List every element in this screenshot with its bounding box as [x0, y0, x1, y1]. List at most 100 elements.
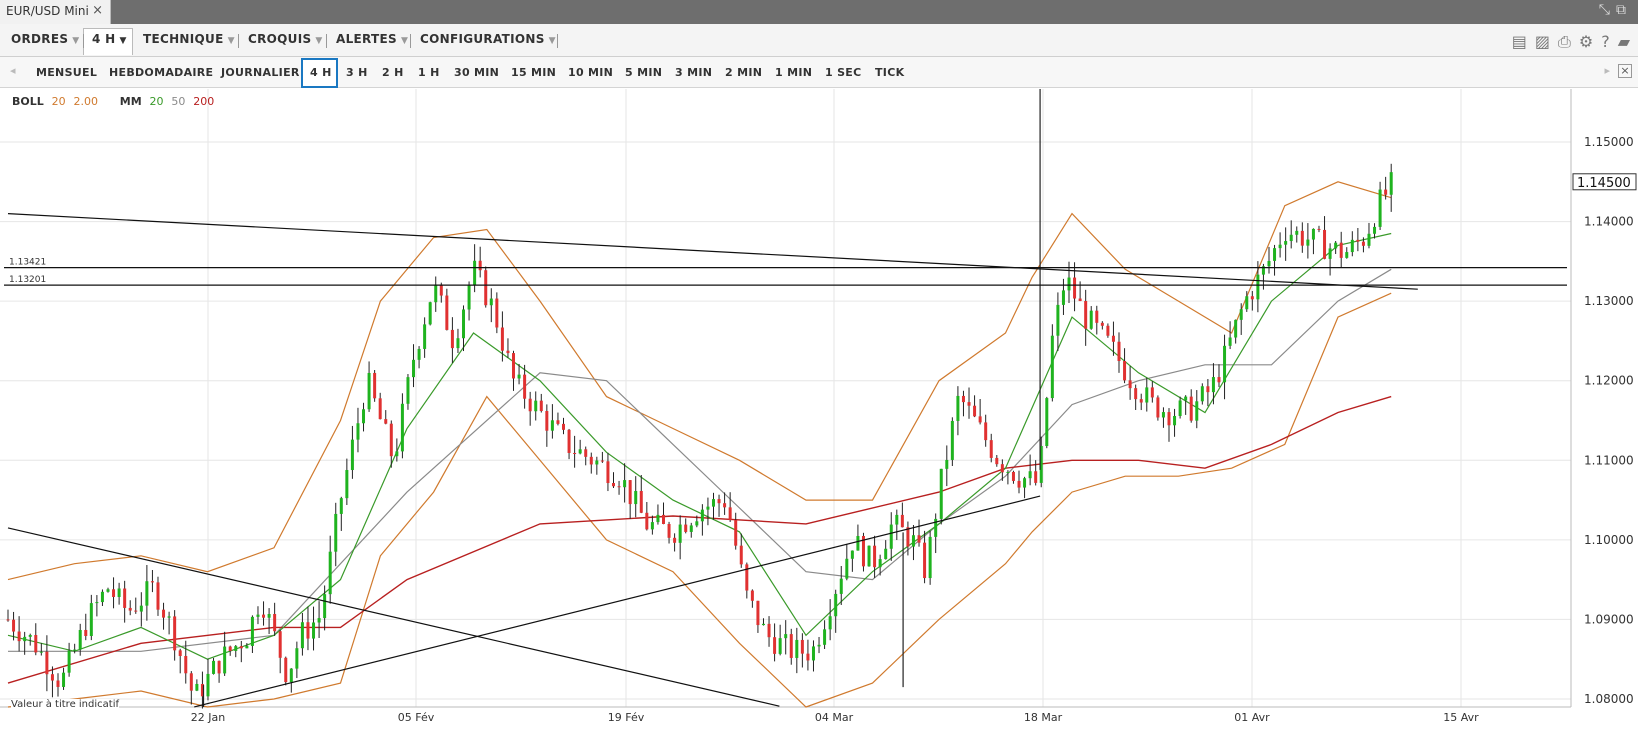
current-price-label: 1.14500 — [1577, 176, 1631, 191]
candle-up — [1373, 226, 1377, 234]
candle-down — [506, 350, 510, 354]
candle-up — [1328, 248, 1332, 259]
y-tick-label: 1.14000 — [1584, 215, 1634, 229]
candle-down — [1339, 242, 1343, 258]
candle-up — [623, 480, 627, 488]
chevron-down-icon: ▼ — [548, 36, 556, 46]
timeframe-1-sec[interactable]: 1 SEC — [825, 66, 862, 79]
candle-down — [756, 600, 760, 626]
menu-croquis[interactable]: CROQUIS ▼ — [248, 32, 323, 46]
timeframe-3-min[interactable]: 3 MIN — [675, 66, 712, 79]
timeframe-mensuel[interactable]: MENSUEL — [36, 66, 97, 79]
timeframe-4-h[interactable]: 4 H — [310, 66, 332, 79]
gear-icon[interactable]: ⚙ — [1579, 32, 1593, 51]
menu-ordres[interactable]: ORDRES ▼ — [11, 32, 80, 46]
candle-down — [1150, 387, 1154, 398]
timeframe-bar: ◂ MENSUEL HEBDOMADAIRE JOURNALIER 4 H 3 H 2 H… — [0, 57, 1638, 88]
timeframe-hebdomadaire[interactable]: HEBDOMADAIRE — [109, 66, 213, 79]
candle-up — [534, 400, 538, 412]
window-controls[interactable]: ⤡⧉ — [1599, 2, 1632, 18]
candle-down — [917, 535, 921, 543]
candle-down — [495, 298, 499, 328]
comment-icon[interactable]: ▰ — [1618, 32, 1630, 51]
timeframe-10-min[interactable]: 10 MIN — [568, 66, 613, 79]
timeframe-tick[interactable]: TICK — [875, 66, 904, 79]
candle-up — [1334, 242, 1338, 249]
print-icon[interactable]: ⎙ — [1558, 32, 1571, 51]
scroll-right-icon[interactable]: ▸ — [1604, 64, 1610, 77]
candle-down — [1100, 322, 1104, 326]
candle-up — [656, 514, 660, 523]
menu-4-h[interactable]: 4 H ▼ — [92, 32, 127, 46]
candle-down — [128, 607, 132, 611]
candle-up — [1195, 401, 1199, 421]
candle-up — [289, 668, 293, 683]
mm-200: 200 — [193, 95, 215, 108]
timeframe-5-min[interactable]: 5 MIN — [625, 66, 662, 79]
scroll-left-icon[interactable]: ◂ — [10, 64, 16, 77]
popout-icon[interactable]: ⧉ — [1616, 2, 1632, 18]
candle-up — [28, 634, 32, 637]
y-tick-label: 1.10000 — [1584, 533, 1634, 547]
close-icon[interactable]: × — [1618, 64, 1632, 78]
timeframe-15-min[interactable]: 15 MIN — [511, 66, 556, 79]
image-icon[interactable]: ▨ — [1535, 32, 1550, 51]
candle-up — [1178, 400, 1182, 416]
x-tick-label: 19 Fév — [608, 711, 645, 724]
menu-separator — [238, 34, 239, 48]
window-tab[interactable]: EUR/USD Mini × — [0, 0, 111, 24]
candle-up — [1145, 387, 1149, 403]
candle-up — [267, 613, 271, 618]
chevron-down-icon: ▼ — [227, 36, 235, 46]
menu-configurations[interactable]: CONFIGURATIONS ▼ — [420, 32, 556, 46]
candle-up — [1345, 252, 1349, 258]
chevron-down-icon: ▼ — [400, 36, 409, 46]
candle-down — [45, 651, 49, 675]
timeframe-1-min[interactable]: 1 MIN — [775, 66, 812, 79]
candle-down — [178, 650, 182, 656]
candle-up — [1161, 412, 1165, 418]
help-icon[interactable]: ? — [1601, 32, 1610, 51]
candle-down — [162, 609, 166, 618]
x-tick-label: 01 Avr — [1234, 711, 1270, 724]
candle-up — [95, 602, 99, 604]
candle-up — [817, 644, 821, 647]
timeframe-30-min[interactable]: 30 MIN — [454, 66, 499, 79]
timeframe-journalier[interactable]: JOURNALIER — [221, 66, 300, 79]
candle-down — [278, 631, 282, 658]
candle-up — [300, 622, 304, 649]
candle-up — [195, 683, 199, 691]
candle-up — [78, 629, 82, 650]
timeframe-3-h[interactable]: 3 H — [346, 66, 368, 79]
candle-up — [867, 545, 871, 567]
timeframe-2-h[interactable]: 2 H — [382, 66, 404, 79]
candle-up — [323, 594, 327, 619]
menu-alertes[interactable]: ALERTES ▼ — [336, 32, 408, 46]
candle-down — [34, 634, 38, 653]
timeframe-2-min[interactable]: 2 MIN — [725, 66, 762, 79]
candle-down — [1384, 189, 1388, 195]
candle-down — [1156, 397, 1160, 418]
price-chart[interactable]: 1.08000 1.09000 1.10000 1.11000 1.12000 1.130… — [0, 89, 1638, 734]
timeframe-1-h[interactable]: 1 H — [418, 66, 440, 79]
candle-up — [417, 348, 421, 360]
candle-down — [150, 581, 154, 583]
candle-up — [167, 616, 171, 618]
shrink-icon[interactable]: ⤡ — [1599, 2, 1616, 18]
candle-down — [639, 490, 643, 513]
candle-down — [512, 353, 516, 379]
candle-down — [973, 405, 977, 417]
candle-down — [1139, 399, 1143, 403]
mm-label: MM — [119, 95, 142, 108]
menu-technique[interactable]: TECHNIQUE ▼ — [143, 32, 235, 46]
candle-up — [956, 395, 960, 421]
close-tab-icon[interactable]: × — [92, 3, 103, 18]
candle-up — [1234, 319, 1238, 338]
menu-label: ORDRES — [11, 32, 69, 46]
layers-icon[interactable]: ▤ — [1512, 32, 1527, 51]
candle-down — [1000, 464, 1004, 473]
candle-up — [706, 506, 710, 510]
candle-down — [667, 523, 671, 538]
candle-down — [1117, 341, 1121, 362]
candle-down — [589, 456, 593, 465]
